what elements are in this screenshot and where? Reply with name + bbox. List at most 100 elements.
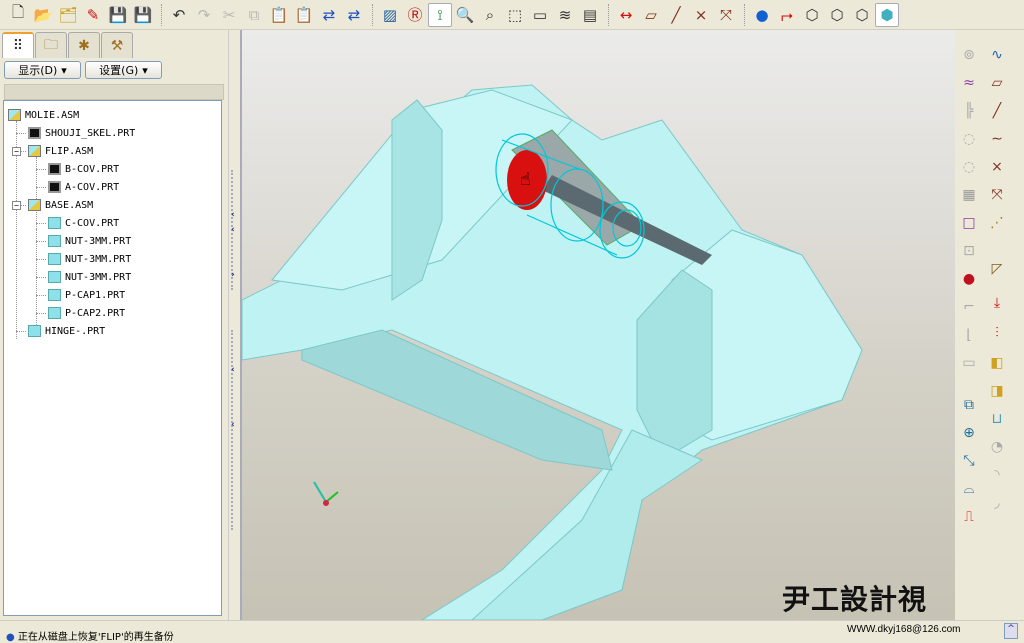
graphics-viewport[interactable]: ☝ 尹工設計視頻 <box>240 30 955 620</box>
move-icon[interactable]: ⤡ <box>958 450 980 472</box>
edge-icon[interactable]: ◞ <box>986 492 1008 514</box>
display-dropdown[interactable]: 显示(D) ▾ <box>4 61 81 79</box>
regen-manager-icon[interactable]: ⇄ <box>342 3 366 27</box>
folder-browser-tab[interactable]: 🗀 <box>35 32 67 58</box>
favorites-tab[interactable]: ✱ <box>68 32 100 58</box>
datum-axis-icon[interactable]: ╱ <box>664 3 688 27</box>
round-icon[interactable]: ◔ <box>986 436 1008 458</box>
tree-node[interactable]: BASE.ASM <box>28 197 93 213</box>
tree-node[interactable]: P-CAP1.PRT <box>48 287 125 303</box>
thicken-icon[interactable]: ⊔ <box>986 408 1008 430</box>
collapse-toggle[interactable]: − <box>12 201 21 210</box>
message-scroll-up[interactable]: ^ <box>1004 623 1018 639</box>
redo-icon[interactable]: ↷ <box>192 3 216 27</box>
tree-node[interactable]: C-COV.PRT <box>48 215 119 231</box>
datum-axis-icon[interactable]: ╱ <box>986 100 1008 122</box>
shell-icon[interactable]: ╠ <box>958 100 980 122</box>
layers-icon[interactable]: ≋ <box>553 3 577 27</box>
saved-views-icon[interactable]: ▭ <box>528 3 552 27</box>
model-tree[interactable]: MOLIE.ASM SHOUJI_SKEL.PRT FLIP.ASM − B-COV.P… <box>3 100 222 616</box>
collapse-left-icon[interactable]: ‹ <box>231 210 235 220</box>
trim-icon[interactable]: ◨ <box>986 380 1008 402</box>
collapse-left-icon[interactable]: ‹ <box>231 420 235 430</box>
surface-icon[interactable]: ≈ <box>958 72 980 94</box>
no-hidden-icon[interactable]: ⬡ <box>850 3 874 27</box>
draft-icon[interactable]: ◌ <box>958 156 980 178</box>
paste-special-icon[interactable]: 📋 <box>292 3 316 27</box>
regenerate-icon[interactable]: ⇄ <box>317 3 341 27</box>
rotate-icon[interactable]: ⊕ <box>958 422 980 444</box>
zoom-in-icon[interactable]: 🔍 <box>453 3 477 27</box>
tree-node[interactable]: NUT-3MM.PRT <box>48 251 131 267</box>
tree-node[interactable]: A-COV.PRT <box>48 179 119 195</box>
curve-icon[interactable]: ∼ <box>986 128 1008 150</box>
extrude-icon[interactable]: ⊡ <box>958 240 980 262</box>
boundary-icon[interactable]: ⌓ <box>958 478 980 500</box>
select-working-dir-icon[interactable]: 🗂 <box>56 3 80 27</box>
tree-node[interactable]: P-CAP2.PRT <box>48 305 125 321</box>
orient-icon[interactable]: ⬚ <box>503 3 527 27</box>
model-tree-icon[interactable]: ● <box>750 3 774 27</box>
paste-icon[interactable]: 📋 <box>267 3 291 27</box>
offset-icon[interactable]: ⧉ <box>958 394 980 416</box>
tree-node[interactable]: NUT-3MM.PRT <box>48 233 131 249</box>
new-icon[interactable]: 🗋 <box>6 3 30 27</box>
pattern-icon[interactable]: ▦ <box>958 184 980 206</box>
merge-icon[interactable]: ◧ <box>986 352 1008 374</box>
hole-icon[interactable]: ⊚ <box>958 44 980 66</box>
model-tree-tab[interactable]: ⠿ <box>2 32 34 58</box>
revolve-icon[interactable]: ⌐ <box>958 296 980 318</box>
csys-icon[interactable]: ⤧ <box>714 3 738 27</box>
repaint-icon[interactable]: Ⓡ <box>403 3 427 27</box>
undo-icon[interactable]: ↶ <box>167 3 191 27</box>
part-icon <box>48 271 61 283</box>
datum-plane-icon[interactable]: ▱ <box>639 3 663 27</box>
collapse-left-icon[interactable]: ‹ <box>231 365 235 375</box>
datum-plane-icon[interactable]: ▱ <box>986 72 1008 94</box>
status-text: 正在从磁盘上恢复'FLIP'的再生备份 <box>17 632 174 643</box>
collapse-left-icon[interactable]: ‹ <box>231 225 235 235</box>
copy-icon[interactable]: ⧉ <box>242 3 266 27</box>
insert-icon[interactable]: ⤓ <box>986 292 1008 314</box>
shading-icon[interactable]: ⬢ <box>875 2 899 27</box>
hidden-line-icon[interactable]: ⬡ <box>825 3 849 27</box>
save-as-icon[interactable]: 💾 <box>131 3 155 27</box>
wireframe-icon[interactable]: ⬡ <box>800 3 824 27</box>
expand-right-icon[interactable]: › <box>231 270 235 280</box>
csys-icon[interactable]: ⤧ <box>986 184 1008 206</box>
fill-icon[interactable]: □ <box>958 212 980 234</box>
sweep-icon[interactable]: ⌊ <box>958 324 980 346</box>
open-icon[interactable]: 📂 <box>31 3 55 27</box>
save-icon[interactable]: 💾 <box>106 3 130 27</box>
sketch-view-icon[interactable]: ▨ <box>378 3 402 27</box>
settings-dropdown[interactable]: 设置(G) ▾ <box>85 61 162 79</box>
spin-center-icon[interactable]: ⟟ <box>428 2 452 27</box>
collapse-toggle[interactable]: − <box>12 147 21 156</box>
chamfer-icon[interactable]: ◝ <box>986 464 1008 486</box>
tree-node[interactable]: MOLIE.ASM <box>8 107 79 123</box>
dimension-icon[interactable]: ↔ <box>614 3 638 27</box>
tree-node[interactable]: NUT-3MM.PRT <box>48 269 131 285</box>
sketch-curve-icon[interactable]: ∿ <box>986 44 1008 66</box>
component-icon[interactable]: ● <box>958 268 980 290</box>
connections-tab[interactable]: ⚒ <box>101 32 133 58</box>
section-icon[interactable]: ⎍ <box>958 506 980 528</box>
tree-node-label: FLIP.ASM <box>45 145 94 157</box>
mirror-icon[interactable]: ⫶ <box>986 322 1008 344</box>
rib-icon[interactable]: ◌ <box>958 128 980 150</box>
datum-point-icon[interactable]: × <box>689 3 713 27</box>
datum-point-icon[interactable]: × <box>986 156 1008 178</box>
tree-node[interactable]: SHOUJI_SKEL.PRT <box>28 125 135 141</box>
analysis-icon[interactable]: ⋰ <box>986 212 1008 234</box>
redo-red-icon[interactable]: ⮣ <box>775 3 799 27</box>
view-manager-icon[interactable]: ▤ <box>578 3 602 27</box>
tree-node[interactable]: FLIP.ASM <box>28 143 93 159</box>
tree-node[interactable]: HINGE-.PRT <box>28 323 105 339</box>
cut-icon[interactable]: ✂ <box>217 3 241 27</box>
panel-splitter[interactable]: ‹ ‹ › ‹ ‹ <box>228 30 240 620</box>
refit-icon[interactable]: ⌕ <box>478 3 502 27</box>
note-icon[interactable]: ◸ <box>986 258 1008 280</box>
blend-icon[interactable]: ▭ <box>958 352 980 374</box>
erase-icon[interactable]: ✎ <box>81 3 105 27</box>
tree-node[interactable]: B-COV.PRT <box>48 161 119 177</box>
